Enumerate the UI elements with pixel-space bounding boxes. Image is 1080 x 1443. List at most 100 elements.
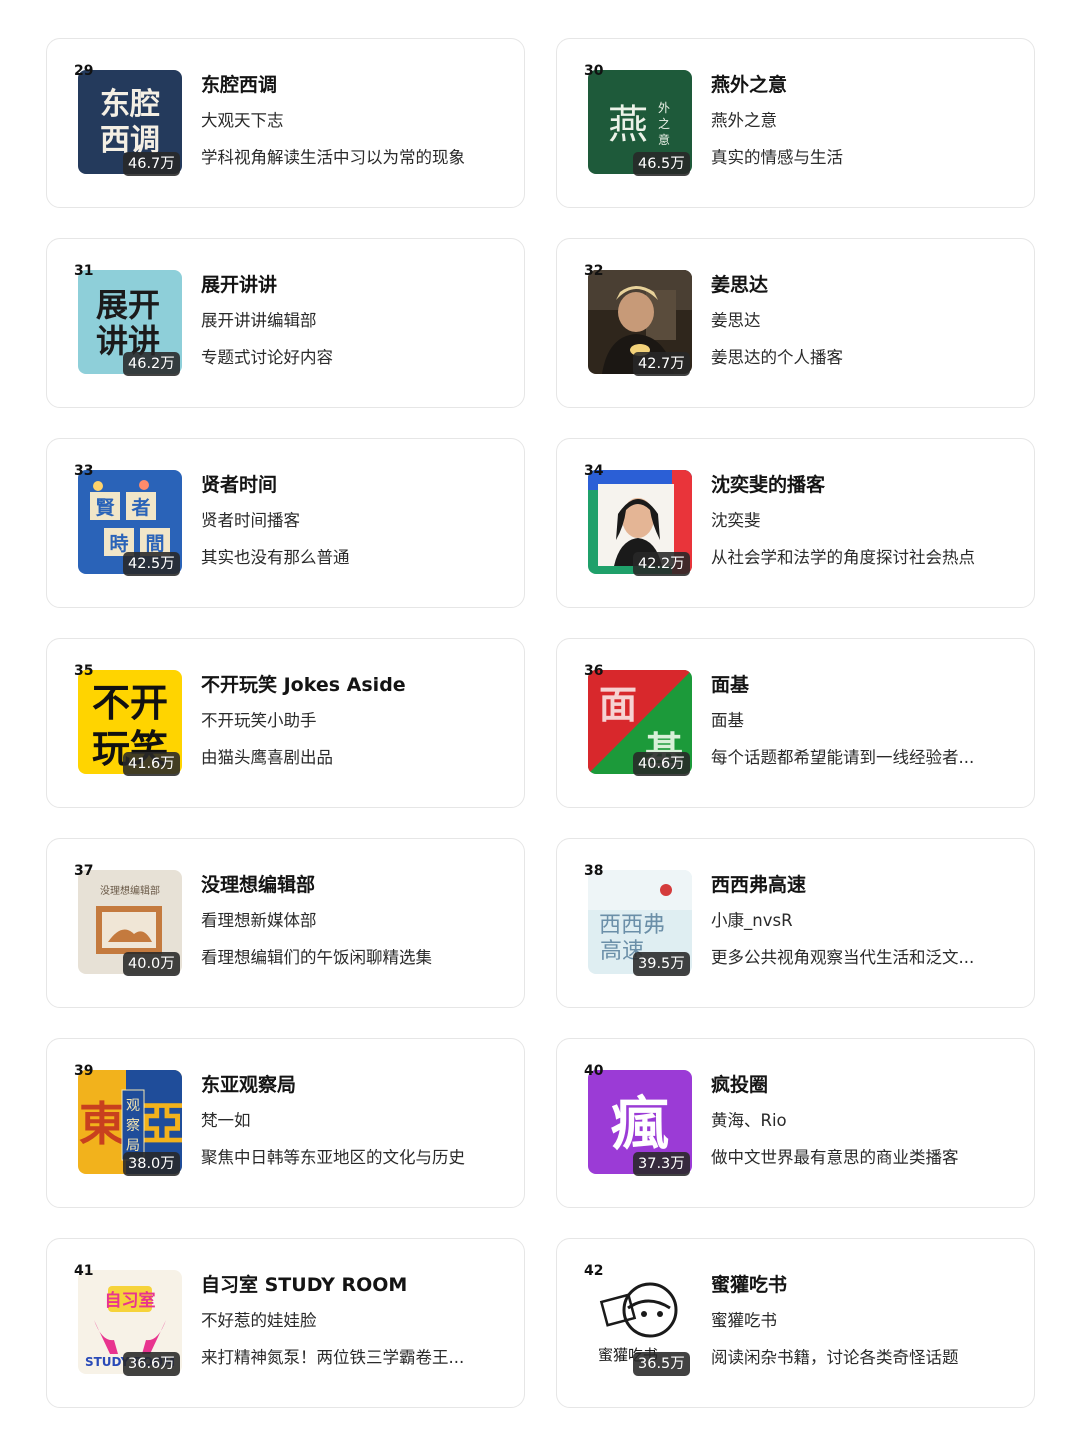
podcast-card[interactable]: 賢 者 時 間 33 42.5万 贤者时间 贤者时间播客 其实也没有那么普通 bbox=[46, 438, 525, 608]
svg-text:东腔: 东腔 bbox=[100, 87, 160, 122]
podcast-info: 自习室 STUDY ROOM 不好惹的娃娃脸 来打精神氮泵！两位铁三学霸卷王..… bbox=[201, 1271, 501, 1370]
rank-number: 37 bbox=[74, 863, 94, 879]
podcast-author: 小康_nvsR bbox=[711, 911, 793, 930]
podcast-card[interactable]: 西西弗 高速 38 39.5万 西西弗高速 小康_nvsR 更多公共视角观察当代… bbox=[556, 838, 1035, 1008]
svg-text:不开: 不开 bbox=[92, 681, 168, 725]
podcast-ranking-grid: 东腔 西调 29 46.7万 东腔西调 大观天下志 学科视角解读生活中习以为常的… bbox=[46, 38, 1035, 1408]
podcast-card[interactable]: 自习室 STUDY ROOM 41 36.6万 自习室 STUDY ROOM 不… bbox=[46, 1238, 525, 1408]
podcast-description: 做中文世界最有意思的商业类播客 bbox=[711, 1148, 959, 1167]
podcast-title[interactable]: 蜜獾吃书 bbox=[711, 1271, 1011, 1299]
podcast-title[interactable]: 自习室 STUDY ROOM bbox=[201, 1271, 501, 1299]
podcast-description: 从社会学和法学的角度探讨社会热点 bbox=[711, 548, 975, 567]
svg-text:之: 之 bbox=[658, 117, 670, 131]
podcast-title[interactable]: 面基 bbox=[711, 671, 1011, 699]
podcast-title[interactable]: 姜思达 bbox=[711, 271, 1011, 299]
podcast-author: 姜思达 bbox=[711, 311, 761, 330]
rank-number: 36 bbox=[584, 663, 604, 679]
podcast-card[interactable]: 没理想编辑部 37 40.0万 没理想编辑部 看理想新媒体部 看理想编辑们的午饭… bbox=[46, 838, 525, 1008]
podcast-title[interactable]: 不开玩笑 Jokes Aside bbox=[201, 671, 501, 699]
svg-text:東: 東 bbox=[79, 1097, 125, 1151]
rank-number: 30 bbox=[584, 63, 604, 79]
podcast-author: 不开玩笑小助手 bbox=[201, 711, 317, 730]
svg-text:瘋: 瘋 bbox=[611, 1090, 669, 1158]
podcast-description: 更多公共视角观察当代生活和泛文... bbox=[711, 948, 975, 967]
subscriber-count-badge: 41.6万 bbox=[123, 752, 180, 776]
podcast-card[interactable]: 蜜獾吃书 42 36.5万 蜜獾吃书 蜜獾吃书 阅读闲杂书籍，讨论各类奇怪话题 bbox=[556, 1238, 1035, 1408]
podcast-description: 由猫头鹰喜剧出品 bbox=[201, 748, 333, 767]
subscriber-count-badge: 46.7万 bbox=[123, 152, 180, 176]
svg-text:亞: 亞 bbox=[139, 1097, 182, 1151]
podcast-description: 专题式讨论好内容 bbox=[201, 348, 333, 367]
podcast-info: 东腔西调 大观天下志 学科视角解读生活中习以为常的现象 bbox=[201, 71, 501, 170]
podcast-card[interactable]: 东腔 西调 29 46.7万 东腔西调 大观天下志 学科视角解读生活中习以为常的… bbox=[46, 38, 525, 208]
podcast-title[interactable]: 贤者时间 bbox=[201, 471, 501, 499]
podcast-title[interactable]: 东亚观察局 bbox=[201, 1071, 501, 1099]
podcast-info: 蜜獾吃书 蜜獾吃书 阅读闲杂书籍，讨论各类奇怪话题 bbox=[711, 1271, 1011, 1370]
podcast-card[interactable]: 34 42.2万 沈奕斐的播客 沈奕斐 从社会学和法学的角度探讨社会热点 bbox=[556, 438, 1035, 608]
subscriber-count-badge: 40.0万 bbox=[123, 952, 180, 976]
podcast-description: 来打精神氮泵！两位铁三学霸卷王... bbox=[201, 1348, 465, 1367]
podcast-card[interactable]: 不开 玩笑 35 41.6万 不开玩笑 Jokes Aside 不开玩笑小助手 … bbox=[46, 638, 525, 808]
podcast-info: 没理想编辑部 看理想新媒体部 看理想编辑们的午饭闲聊精选集 bbox=[201, 871, 501, 970]
subscriber-count-badge: 40.6万 bbox=[633, 752, 690, 776]
podcast-title[interactable]: 展开讲讲 bbox=[201, 271, 501, 299]
podcast-card[interactable]: 展开 讲讲 31 46.2万 展开讲讲 展开讲讲编辑部 专题式讨论好内容 bbox=[46, 238, 525, 408]
podcast-author: 面基 bbox=[711, 711, 744, 730]
podcast-author: 蜜獾吃书 bbox=[711, 1311, 777, 1330]
podcast-info: 燕外之意 燕外之意 真实的情感与生活 bbox=[711, 71, 1011, 170]
podcast-description: 每个话题都希望能请到一线经验者... bbox=[711, 748, 975, 767]
podcast-description: 看理想编辑们的午饭闲聊精选集 bbox=[201, 948, 432, 967]
rank-number: 31 bbox=[74, 263, 94, 279]
rank-number: 33 bbox=[74, 463, 94, 479]
rank-number: 42 bbox=[584, 1263, 604, 1279]
podcast-title[interactable]: 沈奕斐的播客 bbox=[711, 471, 1011, 499]
podcast-author: 沈奕斐 bbox=[711, 511, 761, 530]
podcast-info: 不开玩笑 Jokes Aside 不开玩笑小助手 由猫头鹰喜剧出品 bbox=[201, 671, 501, 770]
rank-number: 29 bbox=[74, 63, 94, 79]
podcast-author: 贤者时间播客 bbox=[201, 511, 300, 530]
podcast-description: 真实的情感与生活 bbox=[711, 148, 843, 167]
podcast-title[interactable]: 西西弗高速 bbox=[711, 871, 1011, 899]
podcast-title[interactable]: 燕外之意 bbox=[711, 71, 1011, 99]
podcast-author: 不好惹的娃娃脸 bbox=[201, 1311, 317, 1330]
subscriber-count-badge: 36.6万 bbox=[123, 1352, 180, 1376]
podcast-card[interactable]: 東 亞 观 察 局 39 38.0万 东亚观察局 梵一如 聚焦中日韩等东亚地区的… bbox=[46, 1038, 525, 1208]
podcast-description: 聚焦中日韩等东亚地区的文化与历史 bbox=[201, 1148, 465, 1167]
podcast-card[interactable]: 面 基 36 40.6万 面基 面基 每个话题都希望能请到一线经验者... bbox=[556, 638, 1035, 808]
svg-text:展开: 展开 bbox=[96, 286, 160, 324]
svg-text:面: 面 bbox=[599, 683, 637, 727]
rank-number: 35 bbox=[74, 663, 94, 679]
podcast-author: 燕外之意 bbox=[711, 111, 777, 130]
subscriber-count-badge: 46.5万 bbox=[633, 152, 690, 176]
svg-text:賢: 賢 bbox=[95, 497, 115, 519]
subscriber-count-badge: 38.0万 bbox=[123, 1152, 180, 1176]
podcast-info: 展开讲讲 展开讲讲编辑部 专题式讨论好内容 bbox=[201, 271, 501, 370]
podcast-info: 面基 面基 每个话题都希望能请到一线经验者... bbox=[711, 671, 1011, 770]
podcast-title[interactable]: 东腔西调 bbox=[201, 71, 501, 99]
subscriber-count-badge: 42.7万 bbox=[633, 352, 690, 376]
svg-text:察: 察 bbox=[126, 1117, 140, 1134]
podcast-info: 疯投圈 黄海、Rio 做中文世界最有意思的商业类播客 bbox=[711, 1071, 1011, 1170]
svg-text:意: 意 bbox=[658, 132, 670, 147]
svg-text:者: 者 bbox=[131, 497, 150, 519]
podcast-info: 沈奕斐的播客 沈奕斐 从社会学和法学的角度探讨社会热点 bbox=[711, 471, 1011, 570]
svg-text:自习室: 自习室 bbox=[105, 1290, 156, 1311]
podcast-card[interactable]: 瘋 40 37.3万 疯投圈 黄海、Rio 做中文世界最有意思的商业类播客 bbox=[556, 1038, 1035, 1208]
podcast-title[interactable]: 疯投圈 bbox=[711, 1071, 1011, 1099]
svg-text:观: 观 bbox=[126, 1098, 140, 1114]
podcast-card[interactable]: 32 42.7万 姜思达 姜思达 姜思达的个人播客 bbox=[556, 238, 1035, 408]
rank-number: 38 bbox=[584, 863, 604, 879]
rank-number: 40 bbox=[584, 1063, 604, 1079]
rank-number: 39 bbox=[74, 1063, 94, 1079]
svg-text:没理想编辑部: 没理想编辑部 bbox=[100, 884, 160, 897]
podcast-description: 学科视角解读生活中习以为常的现象 bbox=[201, 148, 465, 167]
podcast-description: 其实也没有那么普通 bbox=[201, 548, 350, 567]
podcast-card[interactable]: 燕 外 之 意 30 46.5万 燕外之意 燕外之意 真实的情感与生活 bbox=[556, 38, 1035, 208]
podcast-author: 展开讲讲编辑部 bbox=[201, 311, 317, 330]
podcast-title[interactable]: 没理想编辑部 bbox=[201, 871, 501, 899]
podcast-info: 贤者时间 贤者时间播客 其实也没有那么普通 bbox=[201, 471, 501, 570]
svg-text:燕: 燕 bbox=[608, 102, 648, 148]
svg-text:西西弗: 西西弗 bbox=[599, 913, 665, 938]
subscriber-count-badge: 42.5万 bbox=[123, 552, 180, 576]
podcast-description: 阅读闲杂书籍，讨论各类奇怪话题 bbox=[711, 1348, 959, 1367]
